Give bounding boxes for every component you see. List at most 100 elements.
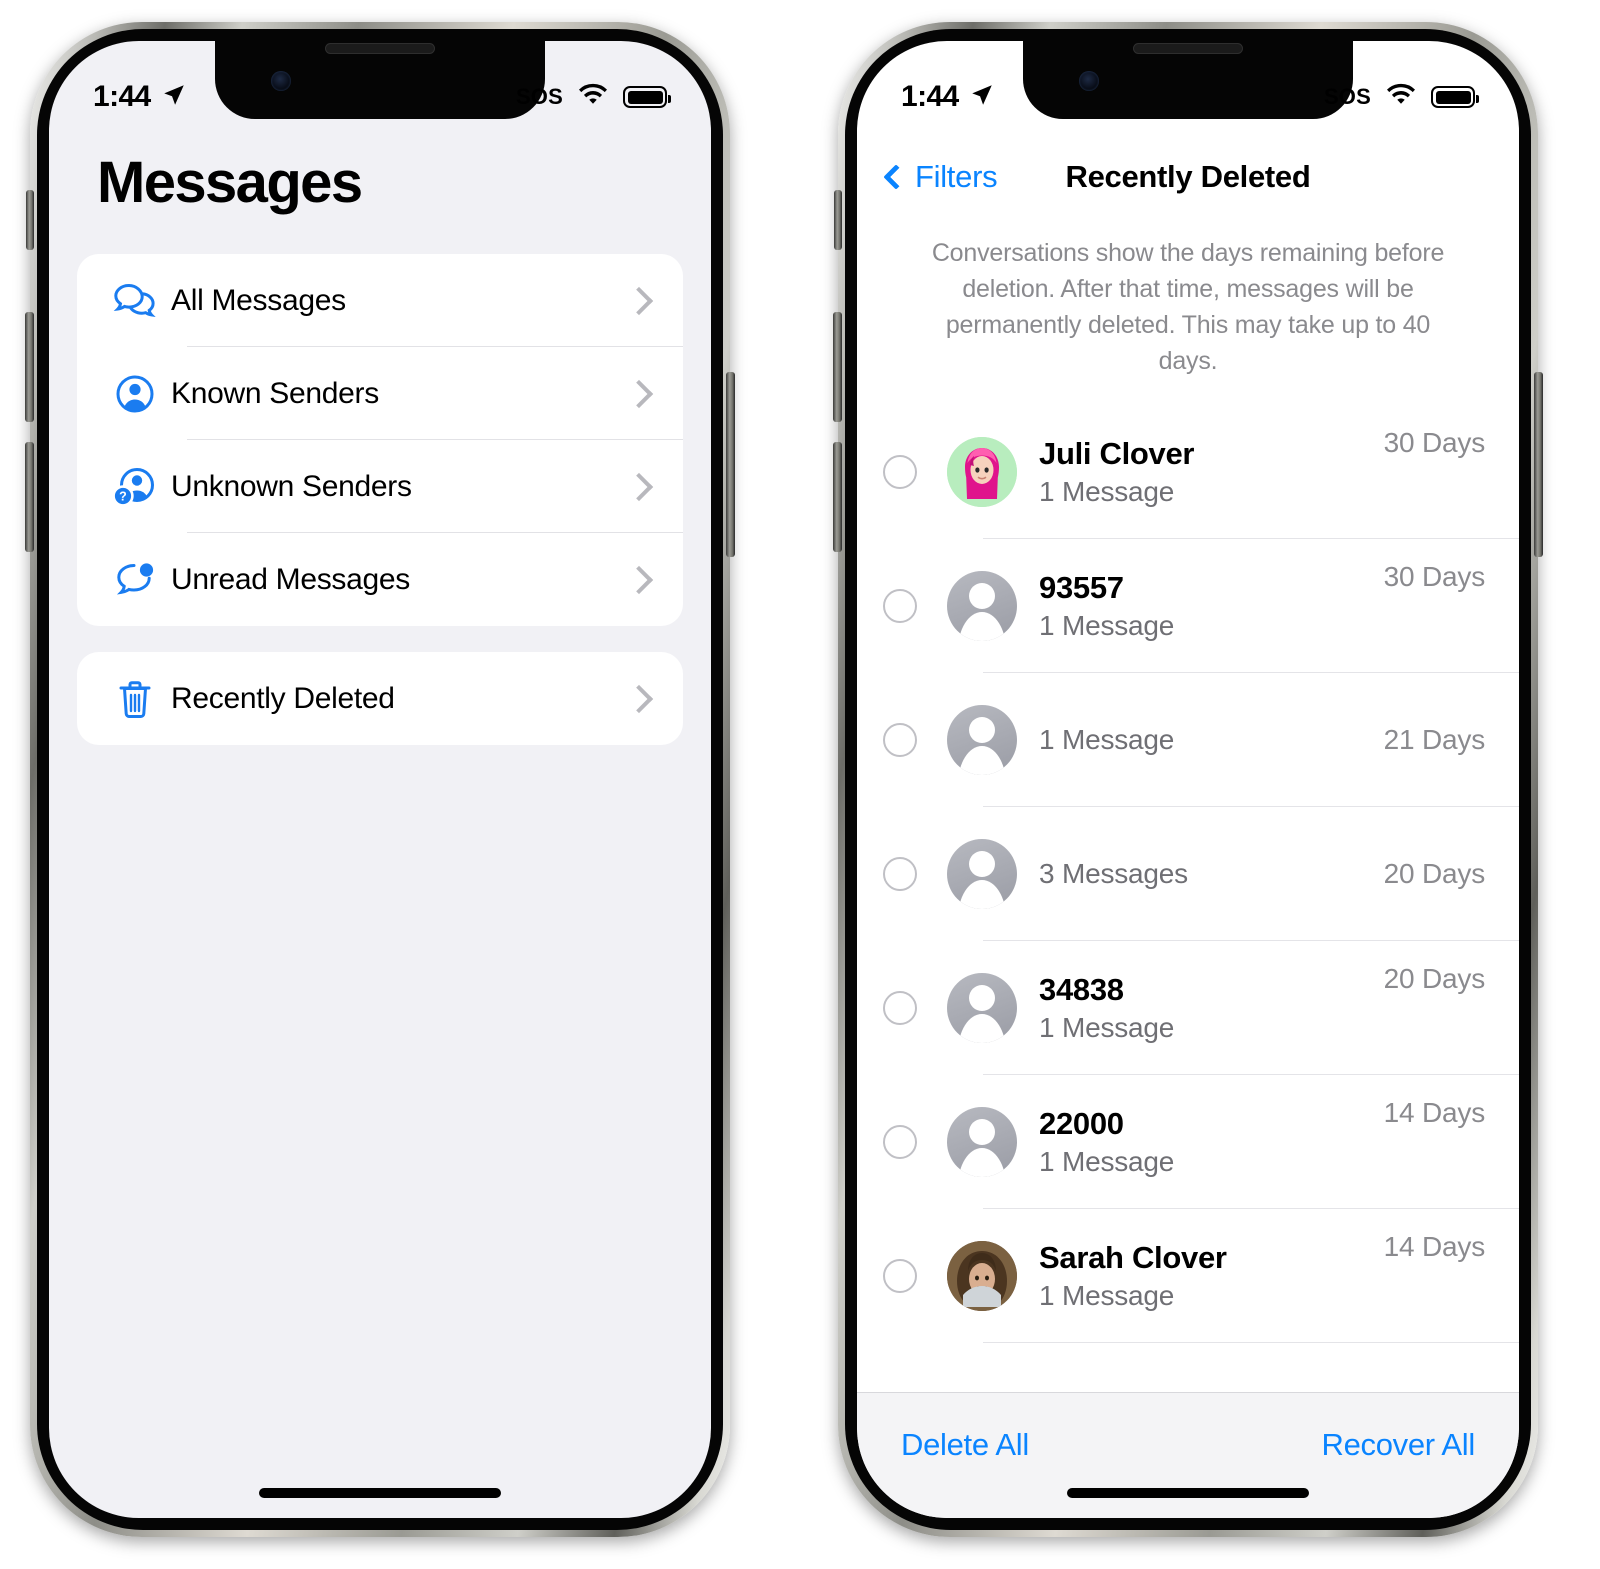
message-count: 3 Messages — [1039, 858, 1188, 889]
select-checkbox[interactable] — [883, 1259, 917, 1293]
conversation-name: Sarah Clover — [1039, 1240, 1227, 1275]
days-remaining: 20 Days — [1383, 963, 1486, 994]
chevron-right-icon — [624, 565, 654, 594]
list-item[interactable]: 34838 1 Message 20 Days — [857, 941, 1519, 1075]
sidebar-item-label: Unknown Senders — [171, 469, 412, 503]
screen-recently-deleted: 1:44 SOS Filters Recently Deleted Conver… — [857, 41, 1519, 1518]
select-checkbox[interactable] — [883, 455, 917, 489]
wifi-icon — [1385, 83, 1417, 112]
screenshot-stage: 1:44 SOS Messages All Messages Known Sen… — [0, 0, 1600, 1569]
navigation-bar: Filters Recently Deleted — [857, 145, 1519, 209]
status-bar: 1:44 SOS — [49, 41, 711, 127]
chevron-right-icon — [624, 684, 654, 713]
unread-bubble-icon — [99, 559, 171, 601]
list-item-body: Juli Clover 1 Message — [1039, 436, 1384, 508]
chevron-right-icon — [624, 286, 654, 315]
status-time: 1:44 — [93, 80, 151, 113]
row-separator — [983, 1341, 1519, 1343]
page-title: Recently Deleted — [1065, 159, 1311, 194]
location-arrow-icon — [161, 82, 187, 113]
avatar — [947, 437, 1017, 507]
sidebar-item-label: Unread Messages — [171, 562, 410, 596]
list-item[interactable]: 1 Message 21 Days — [857, 673, 1519, 807]
sidebar-item-known-senders[interactable]: Known Senders — [77, 347, 683, 440]
battery-full-icon — [1431, 86, 1479, 108]
silence-switch[interactable] — [834, 190, 842, 250]
select-checkbox[interactable] — [883, 991, 917, 1025]
bottom-toolbar: Delete All Recover All — [857, 1392, 1519, 1518]
home-indicator[interactable] — [259, 1488, 501, 1498]
sidebar-item-unread-messages[interactable]: Unread Messages — [77, 533, 683, 626]
list-item[interactable]: 93557 1 Message 30 Days — [857, 539, 1519, 673]
days-remaining: 20 Days — [1383, 858, 1486, 889]
select-checkbox[interactable] — [883, 589, 917, 623]
list-item[interactable]: 22000 1 Message 14 Days — [857, 1075, 1519, 1209]
avatar — [947, 1241, 1017, 1311]
avatar — [947, 705, 1017, 775]
sos-label: SOS — [515, 84, 563, 109]
days-remaining: 30 Days — [1383, 561, 1486, 592]
filters-card: All Messages Known Senders ? Unknown Sen… — [77, 254, 683, 626]
home-indicator[interactable] — [1067, 1488, 1309, 1498]
list-item-body: 34838 1 Message — [1039, 972, 1384, 1044]
page-title: Messages — [97, 150, 363, 215]
person-question-icon: ? — [99, 465, 171, 509]
days-remaining: 21 Days — [1383, 724, 1486, 755]
delete-all-button[interactable]: Delete All — [901, 1427, 1029, 1463]
iphone-right: 1:44 SOS Filters Recently Deleted Conver… — [833, 22, 1543, 1537]
message-count: 1 Message — [1039, 1146, 1175, 1177]
trash-icon — [99, 677, 171, 721]
message-count: 1 Message — [1039, 610, 1175, 641]
avatar — [947, 571, 1017, 641]
status-bar-left: 1:44 — [901, 80, 995, 114]
conversation-name: 34838 — [1039, 972, 1124, 1007]
sidebar-item-unknown-senders[interactable]: ? Unknown Senders — [77, 440, 683, 533]
svg-text:?: ? — [119, 489, 127, 503]
status-bar: 1:44 SOS — [857, 41, 1519, 127]
conversation-name: Juli Clover — [1039, 436, 1195, 471]
message-count: 1 Message — [1039, 476, 1175, 507]
volume-up-button[interactable] — [25, 312, 34, 422]
status-bar-left: 1:44 — [93, 80, 187, 114]
location-arrow-icon — [969, 82, 995, 113]
conversation-list: Juli Clover 1 Message 30 Days 93557 1 Me… — [857, 405, 1519, 1343]
sidebar-item-label: Known Senders — [171, 376, 379, 410]
sidebar-item-label: Recently Deleted — [171, 681, 395, 715]
status-time: 1:44 — [901, 80, 959, 113]
chevron-right-icon — [624, 379, 654, 408]
volume-up-button[interactable] — [833, 312, 842, 422]
list-item-body: 93557 1 Message — [1039, 570, 1384, 642]
conversation-name: 22000 — [1039, 1106, 1124, 1141]
recover-all-button[interactable]: Recover All — [1322, 1427, 1476, 1463]
sos-label: SOS — [1323, 84, 1371, 109]
battery-full-icon — [623, 86, 671, 108]
sidebar-item-recently-deleted[interactable]: Recently Deleted — [77, 652, 683, 745]
recently-deleted-card: Recently Deleted — [77, 652, 683, 745]
wifi-icon — [577, 83, 609, 112]
list-item[interactable]: Sarah Clover 1 Message 14 Days — [857, 1209, 1519, 1343]
power-button[interactable] — [1534, 372, 1543, 557]
message-count: 1 Message — [1039, 724, 1175, 755]
avatar — [947, 839, 1017, 909]
avatar — [947, 973, 1017, 1043]
select-checkbox[interactable] — [883, 857, 917, 891]
status-bar-right: SOS — [515, 83, 671, 112]
sidebar-item-label: All Messages — [171, 283, 346, 317]
power-button[interactable] — [726, 372, 735, 557]
chevron-right-icon — [624, 472, 654, 501]
list-item-body: 22000 1 Message — [1039, 1106, 1384, 1178]
select-checkbox[interactable] — [883, 1125, 917, 1159]
volume-down-button[interactable] — [25, 442, 34, 552]
iphone-left: 1:44 SOS Messages All Messages Known Sen… — [25, 22, 735, 1537]
sidebar-item-all-messages[interactable]: All Messages — [77, 254, 683, 347]
select-checkbox[interactable] — [883, 723, 917, 757]
description-text: Conversations show the days remaining be… — [931, 239, 1445, 375]
list-item[interactable]: 3 Messages 20 Days — [857, 807, 1519, 941]
silence-switch[interactable] — [26, 190, 34, 250]
volume-down-button[interactable] — [833, 442, 842, 552]
list-item-body: 3 Messages — [1039, 858, 1384, 890]
screen-messages-filters: 1:44 SOS Messages All Messages Known Sen… — [49, 41, 711, 1518]
list-item[interactable]: Juli Clover 1 Message 30 Days — [857, 405, 1519, 539]
list-item-body: 1 Message — [1039, 724, 1384, 756]
message-count: 1 Message — [1039, 1012, 1175, 1043]
